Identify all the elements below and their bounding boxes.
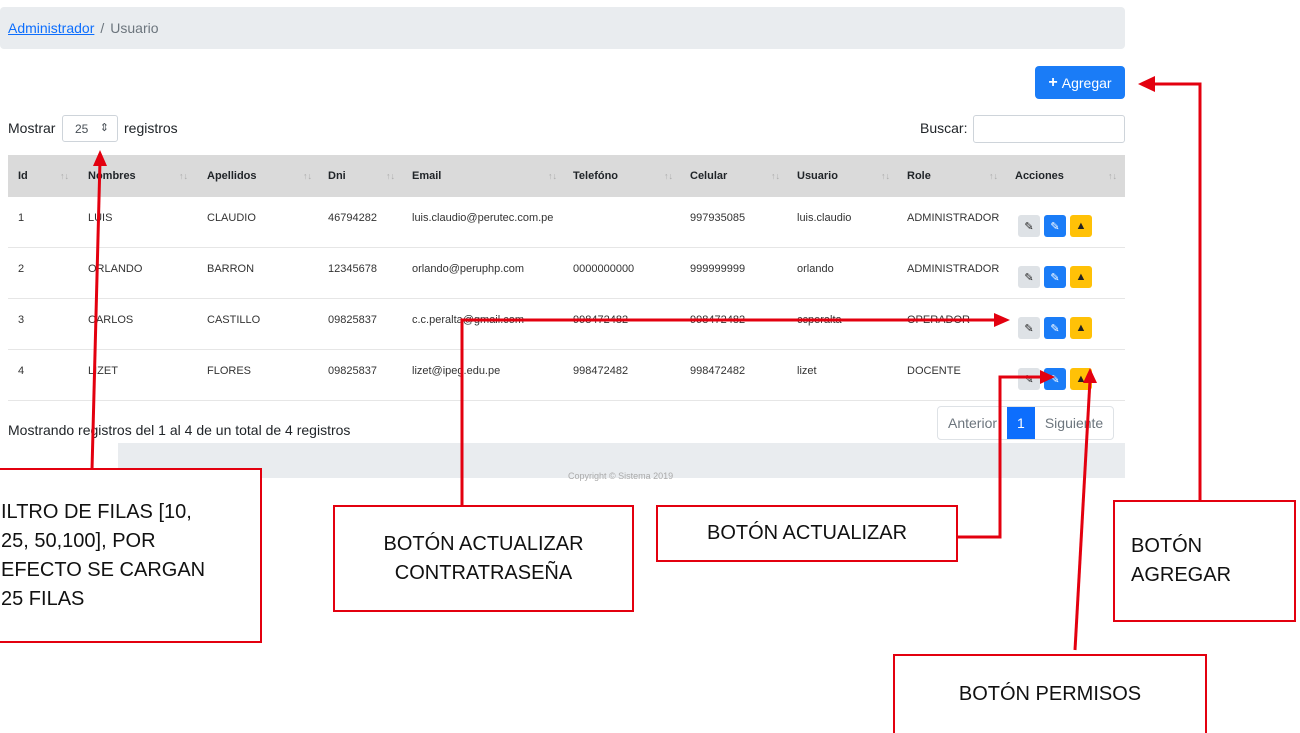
annotation-permissions-text: BOTÓN PERMISOS	[958, 683, 1142, 705]
annotation-arrow-update	[958, 375, 1042, 539]
arrowhead-filter	[93, 150, 107, 166]
arrowhead-permissions	[1083, 368, 1097, 383]
annotation-filter-line: ILTRO DE FILAS [10,	[1, 500, 192, 523]
annotation-filter-line: 25 FILAS	[1, 587, 85, 610]
annotation-update: BOTÓN ACTUALIZAR	[656, 505, 958, 562]
annotation-add-line: BOTÓN	[1131, 535, 1203, 557]
annotation-password: BOTÓN ACTUALIZAR CONTRATRASEÑA	[333, 505, 634, 612]
arrowhead-password	[994, 313, 1010, 327]
annotation-arrow-add	[1150, 82, 1202, 500]
annotation-add-line: AGREGAR	[1131, 564, 1232, 586]
annotation-add: BOTÓN AGREGAR	[1113, 500, 1296, 622]
annotation-filter: ILTRO DE FILAS [10, 25, 50,100], POR EFE…	[0, 468, 262, 643]
annotation-arrow-password	[460, 318, 995, 505]
arrowhead-add	[1138, 76, 1155, 92]
annotation-filter-line: EFECTO SE CARGAN	[1, 558, 206, 581]
annotation-arrow-filter	[90, 159, 102, 471]
arrowhead-update	[1040, 370, 1055, 384]
annotation-filter-line: 25, 50,100], POR	[1, 529, 156, 552]
annotation-update-text: BOTÓN ACTUALIZAR	[706, 522, 908, 544]
annotation-permissions: BOTÓN PERMISOS	[893, 654, 1207, 733]
annotation-password-line: BOTÓN ACTUALIZAR	[383, 532, 584, 555]
annotation-password-line: CONTRATRASEÑA	[394, 561, 573, 584]
annotation-arrow-permissions	[1073, 379, 1092, 651]
